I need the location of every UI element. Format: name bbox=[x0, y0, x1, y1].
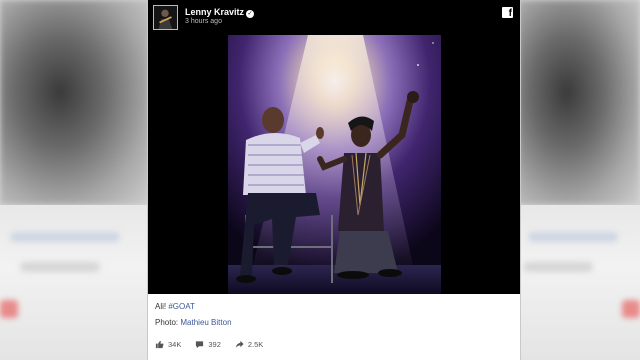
blurred-background-right bbox=[518, 0, 640, 360]
share-count: 2.5K bbox=[247, 340, 264, 349]
photographer-link[interactable]: Mathieu Bitton bbox=[180, 318, 231, 327]
comment-count: 392 bbox=[208, 340, 221, 349]
photo-credit: Photo: Mathieu Bitton bbox=[155, 318, 232, 327]
post-caption: Ali! #GOAT bbox=[155, 302, 195, 311]
blurred-background-left bbox=[0, 0, 150, 360]
caption-text: Ali! bbox=[155, 302, 167, 311]
author-name-text[interactable]: Lenny Kravitz bbox=[185, 7, 244, 17]
comment-button[interactable]: 392 bbox=[195, 340, 221, 349]
like-count: 34K bbox=[168, 340, 182, 349]
social-post-card: Lenny Kravitz ✓ 3 hours ago f Ali! #GOAT… bbox=[147, 0, 521, 360]
post-actions: 34K 392 2.5K bbox=[155, 340, 263, 349]
share-button[interactable]: 2.5K bbox=[235, 340, 263, 349]
credit-label: Photo: bbox=[155, 318, 179, 327]
avatar[interactable] bbox=[153, 5, 178, 30]
share-icon bbox=[235, 340, 244, 348]
thumbs-up-icon bbox=[155, 340, 164, 349]
post-header: Lenny Kravitz ✓ 3 hours ago f bbox=[148, 0, 520, 35]
hashtag-link[interactable]: #GOAT bbox=[168, 302, 195, 311]
post-timestamp[interactable]: 3 hours ago bbox=[185, 18, 222, 25]
post-photo[interactable] bbox=[148, 35, 520, 294]
like-button[interactable]: 34K bbox=[155, 340, 181, 349]
author-name[interactable]: Lenny Kravitz ✓ bbox=[185, 7, 255, 18]
facebook-icon[interactable]: f bbox=[502, 7, 513, 18]
comment-icon bbox=[196, 341, 204, 349]
verified-badge-icon: ✓ bbox=[246, 10, 255, 18]
